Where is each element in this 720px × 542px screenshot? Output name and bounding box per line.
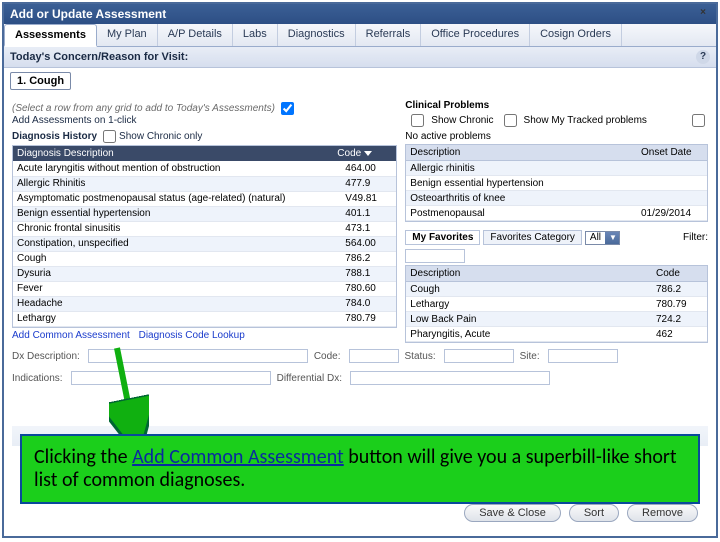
indications-label: Indications: — [12, 373, 63, 384]
diagnosis-code-lookup-link[interactable]: Diagnosis Code Lookup — [139, 330, 245, 341]
sort-button[interactable]: Sort — [569, 504, 619, 522]
col-diagnosis-description[interactable]: Diagnosis Description — [17, 148, 337, 159]
status-input[interactable] — [444, 349, 514, 363]
help-icon[interactable]: ? — [696, 50, 710, 64]
right-column: Clinical Problems Show Chronic Show My T… — [405, 100, 708, 343]
site-input[interactable] — [548, 349, 618, 363]
tab-favorites-category[interactable]: Favorites Category — [483, 230, 581, 245]
table-row[interactable]: Constipation, unspecified564.00 — [13, 236, 396, 251]
concern-header: Today's Concern/Reason for Visit: ? — [4, 47, 716, 68]
code-input[interactable] — [349, 349, 399, 363]
callout-link-text: Add Common Assessment — [132, 445, 344, 469]
favorites-category-dropdown[interactable]: All▼ — [585, 231, 620, 245]
table-row[interactable]: Allergic Rhinitis477.9 — [13, 176, 396, 191]
table-row[interactable]: Fever780.60 — [13, 281, 396, 296]
dx-description-label: Dx Description: — [12, 351, 80, 362]
diagnosis-history-header: Diagnosis Description Code — [13, 146, 396, 161]
table-row[interactable]: Cough786.2 — [406, 282, 707, 297]
dx-description-input[interactable] — [88, 349, 308, 363]
dx-fields-row1: Dx Description: Code: Status: Site: — [4, 345, 716, 367]
dx-fields-row2: Indications: Differential Dx: — [4, 367, 716, 389]
add-on-1click-checkbox[interactable] — [281, 102, 294, 115]
tab-diagnostics[interactable]: Diagnostics — [278, 24, 356, 46]
close-icon[interactable]: × — [696, 7, 710, 21]
tab-assessments[interactable]: Assessments — [4, 24, 97, 47]
concern-header-label: Today's Concern/Reason for Visit: — [10, 51, 188, 63]
diffdx-label: Differential Dx: — [277, 373, 342, 384]
table-row[interactable]: Headache784.0 — [13, 296, 396, 311]
show-chronic-only-label: Show Chronic only — [119, 131, 202, 142]
add-common-assessment-link[interactable]: Add Common Assessment — [12, 330, 130, 341]
select-hint: (Select a row from any grid to add to To… — [12, 103, 275, 114]
show-chronic-label: Show Chronic — [431, 115, 493, 126]
filter-input[interactable] — [405, 249, 465, 263]
left-column: (Select a row from any grid to add to To… — [12, 100, 397, 343]
table-row[interactable]: Benign essential hypertension — [406, 176, 707, 191]
table-row[interactable]: Benign essential hypertension401.1 — [13, 206, 396, 221]
col-description[interactable]: Description — [406, 145, 637, 161]
clinprob-options: Show Chronic Show My Tracked problems No… — [405, 112, 708, 144]
save-close-button[interactable]: Save & Close — [464, 504, 561, 522]
tab-office-procedures[interactable]: Office Procedures — [421, 24, 530, 46]
table-row[interactable]: Acute laryngitis without mention of obst… — [13, 161, 396, 176]
no-active-label: No active problems — [405, 131, 491, 142]
col-onset-date[interactable]: Onset Date — [637, 145, 707, 161]
history-row: Diagnosis History Show Chronic only — [12, 128, 397, 145]
tab-a-p-details[interactable]: A/P Details — [158, 24, 233, 46]
main-area: (Select a row from any grid to add to To… — [4, 94, 716, 345]
tab-cosign-orders[interactable]: Cosign Orders — [530, 24, 622, 46]
concern-value[interactable]: 1. Cough — [10, 72, 71, 90]
app-window: Add or Update Assessment × AssessmentsMy… — [2, 2, 718, 538]
col-code[interactable]: Code — [337, 148, 392, 159]
left-links: Add Common Assessment Diagnosis Code Loo… — [12, 328, 397, 343]
fav-col-code[interactable]: Code — [652, 266, 707, 282]
indications-input[interactable] — [71, 371, 271, 385]
remove-button[interactable]: Remove — [627, 504, 698, 522]
table-row[interactable]: Allergic rhinitis — [406, 161, 707, 176]
tab-strip: AssessmentsMy PlanA/P DetailsLabsDiagnos… — [4, 24, 716, 47]
table-row[interactable]: Asymptomatic postmenopausal status (age-… — [13, 191, 396, 206]
window-title: Add or Update Assessment — [10, 7, 166, 21]
add-on-1click-label: Add Assessments on 1-click — [12, 115, 137, 126]
favorites-tabs-row: My Favorites Favorites Category All▼ Fil… — [405, 228, 708, 265]
table-row[interactable]: Pharyngitis, Acute462 — [406, 327, 707, 342]
show-chronic-only-checkbox[interactable] — [103, 130, 116, 143]
table-row[interactable]: Osteoarthritis of knee — [406, 191, 707, 206]
diffdx-input[interactable] — [350, 371, 550, 385]
table-row[interactable]: Chronic frontal sinusitis473.1 — [13, 221, 396, 236]
tab-labs[interactable]: Labs — [233, 24, 278, 46]
show-chronic-checkbox[interactable] — [411, 114, 424, 127]
show-tracked-label: Show My Tracked problems — [524, 115, 647, 126]
instruction-callout: Clicking the Add Common Assessment butto… — [20, 434, 700, 504]
status-label: Status: — [405, 351, 436, 362]
filter-label: Filter: — [683, 232, 708, 243]
table-row[interactable]: Cough786.2 — [13, 251, 396, 266]
tab-my-favorites[interactable]: My Favorites — [405, 230, 480, 245]
callout-pre: Clicking the — [34, 445, 132, 469]
sort-icon — [364, 151, 372, 156]
no-active-checkbox[interactable] — [692, 114, 705, 127]
table-row[interactable]: Low Back Pain724.2 — [406, 312, 707, 327]
tab-referrals[interactable]: Referrals — [356, 24, 422, 46]
favorites-grid[interactable]: DescriptionCode Cough786.2Lethargy780.79… — [405, 265, 708, 343]
footer-buttons: Save & Close Sort Remove — [464, 504, 698, 522]
concern-row: 1. Cough — [4, 68, 716, 94]
code-label: Code: — [314, 351, 341, 362]
table-row[interactable]: Lethargy780.79 — [13, 311, 396, 326]
left-options: (Select a row from any grid to add to To… — [12, 100, 397, 128]
chevron-down-icon: ▼ — [605, 232, 619, 244]
fav-col-description[interactable]: Description — [406, 266, 652, 282]
clinical-problems-label: Clinical Problems — [405, 100, 708, 112]
title-bar: Add or Update Assessment × — [4, 4, 716, 24]
show-tracked-checkbox[interactable] — [504, 114, 517, 127]
table-row[interactable]: Postmenopausal01/29/2014 — [406, 206, 707, 221]
clinical-problems-grid[interactable]: DescriptionOnset Date Allergic rhinitisB… — [405, 144, 708, 222]
tab-my-plan[interactable]: My Plan — [97, 24, 158, 46]
diagnosis-history-label: Diagnosis History — [12, 131, 97, 142]
table-row[interactable]: Dysuria788.1 — [13, 266, 396, 281]
diagnosis-history-grid[interactable]: Diagnosis Description Code Acute laryngi… — [12, 145, 397, 328]
site-label: Site: — [520, 351, 540, 362]
table-row[interactable]: Lethargy780.79 — [406, 297, 707, 312]
